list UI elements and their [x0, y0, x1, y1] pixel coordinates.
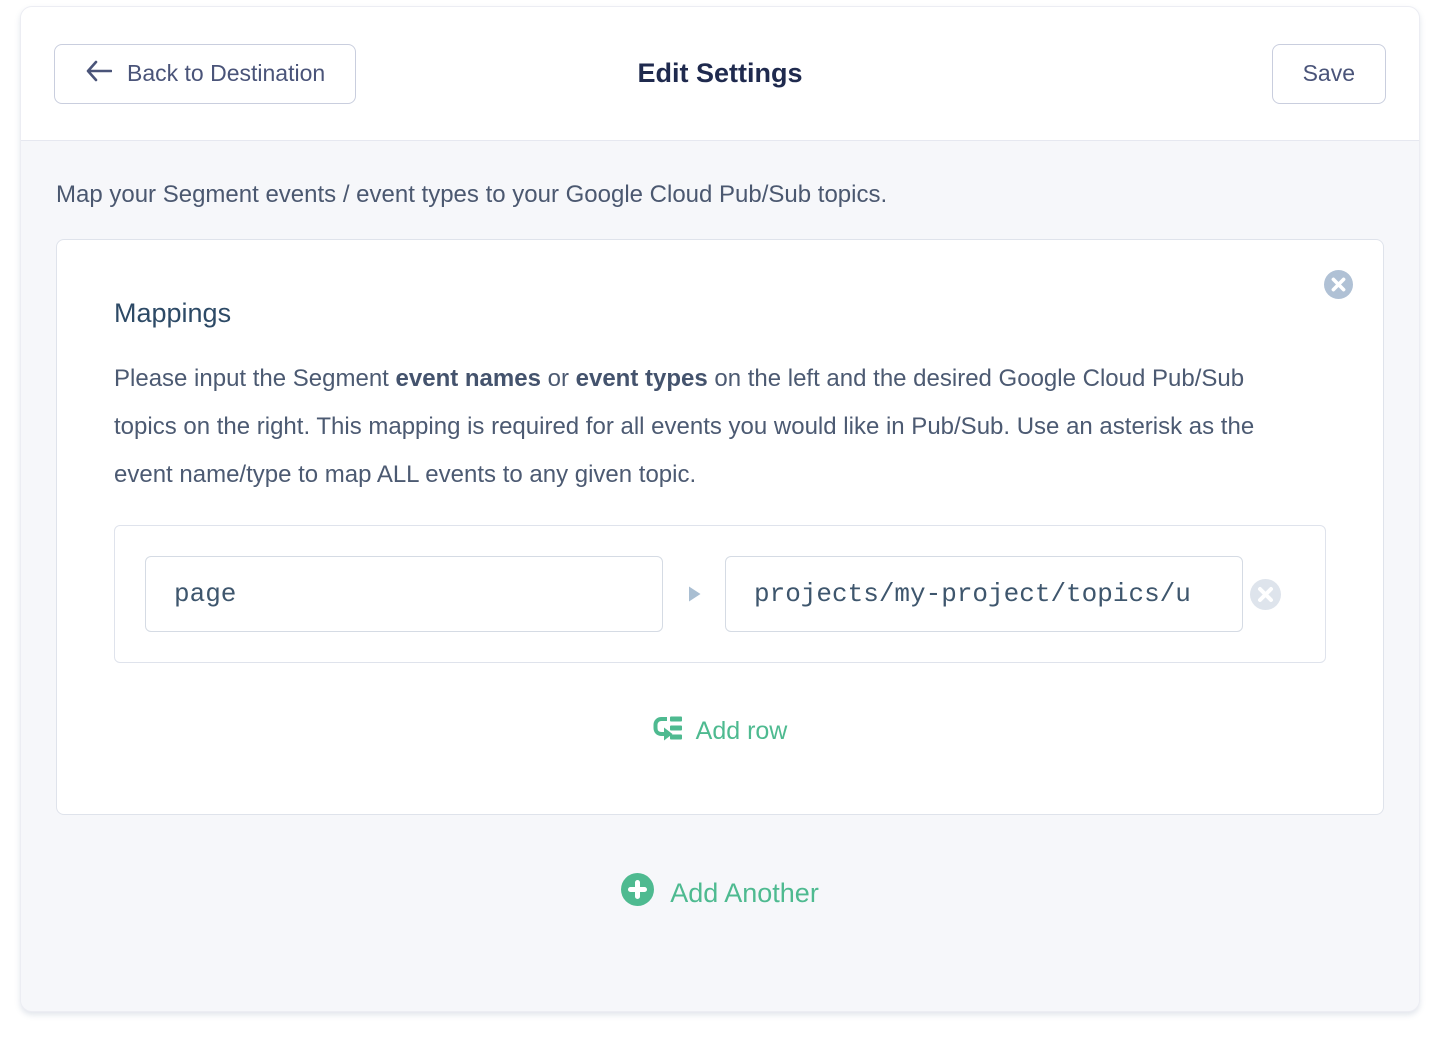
settings-panel: Back to Destination Edit Settings Save M… [20, 6, 1420, 1012]
add-another-button[interactable]: Add Another [621, 873, 819, 913]
maps-to-arrow-icon [663, 585, 725, 603]
remove-setting-icon[interactable] [1324, 270, 1353, 299]
remove-row-icon[interactable] [1250, 579, 1281, 610]
mapping-row [114, 525, 1326, 663]
add-row-label: Add row [696, 717, 788, 746]
circle-x-icon [1250, 579, 1281, 610]
settings-body: Map your Segment events / event types to… [21, 141, 1419, 1011]
mappings-description: Please input the Segment event names or … [114, 355, 1279, 499]
back-arrow-icon [85, 60, 112, 88]
mappings-heading: Mappings [114, 298, 1326, 329]
intro-text: Map your Segment events / event types to… [56, 181, 1384, 209]
back-button-label: Back to Destination [127, 60, 325, 87]
plus-circle-icon [621, 873, 654, 913]
add-row-button[interactable]: Add row [653, 713, 788, 750]
add-row-icon [653, 713, 683, 750]
back-to-destination-button[interactable]: Back to Destination [54, 44, 356, 104]
save-button[interactable]: Save [1272, 44, 1386, 104]
add-another-label: Add Another [670, 878, 819, 909]
event-name-input[interactable] [145, 556, 663, 632]
topic-input[interactable] [725, 556, 1243, 632]
circle-x-icon [1324, 270, 1353, 299]
mappings-card: Mappings Please input the Segment event … [56, 239, 1384, 815]
header-bar: Back to Destination Edit Settings Save [21, 7, 1419, 141]
